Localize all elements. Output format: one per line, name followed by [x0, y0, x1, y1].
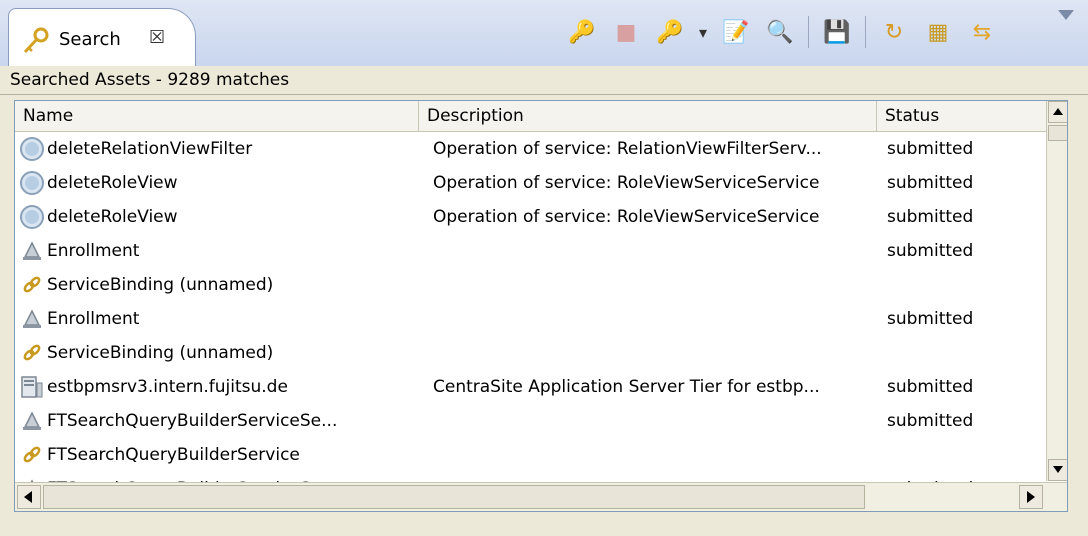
cell-description: Operation of service: RoleViewServiceSer… [433, 173, 820, 193]
cell-name: deleteRoleView [15, 166, 419, 200]
results-table: Name Description Status deleteRelationVi… [14, 100, 1068, 512]
tab-title: Search [59, 29, 121, 50]
table-row[interactable]: Enrollment submitted [15, 234, 1055, 268]
binding-icon [19, 340, 45, 366]
cell-description [419, 302, 877, 336]
refresh-icon[interactable]: ↻ [876, 14, 912, 50]
export-icon[interactable]: 📝 [718, 14, 754, 50]
stop-icon[interactable]: ■ [608, 14, 644, 50]
cell-status: submitted [887, 139, 974, 159]
operation-icon [19, 204, 45, 230]
table-row[interactable]: FTSearchQueryBuilderServiceSe... submitte… [15, 404, 1055, 438]
scroll-left-button[interactable] [17, 485, 41, 509]
cell-status [877, 268, 1047, 302]
layout-icon[interactable]: ▦ [920, 14, 956, 50]
scroll-right-button[interactable] [1019, 485, 1043, 509]
cell-name: FTSearchQueryBuilderService [15, 438, 419, 472]
asset-name: deleteRelationViewFilter [47, 139, 253, 159]
cell-description: Operation of service: RoleViewServiceSer… [433, 207, 820, 227]
asset-name: ServiceBinding (unnamed) [47, 343, 274, 363]
results-count-text: Searched Assets - 9289 matches [10, 70, 290, 90]
binding-icon [19, 442, 45, 468]
asset-name: FTSearchQueryBuilderServiceSe... [47, 411, 338, 431]
cell-name: deleteRelationViewFilter [15, 132, 419, 166]
bell-icon [19, 238, 45, 264]
asset-name: Enrollment [47, 309, 140, 329]
table-row[interactable]: ServiceBinding (unnamed) [15, 336, 1055, 370]
vertical-scrollbar[interactable] [1046, 101, 1067, 481]
search-view: Search ☒ 🔑 ■ 🔑 ▾ 📝 🔍 💾 ↻ ▦ ⇆ Searched Assets - 92… [0, 0, 1088, 536]
cell-name: Enrollment [15, 302, 419, 336]
cell-description [419, 404, 877, 438]
operation-icon [19, 136, 45, 162]
search-key-icon [23, 27, 49, 54]
table-row[interactable]: FTSearchQueryBuilderService [15, 438, 1055, 472]
cell-name: ServiceBinding (unnamed) [15, 336, 419, 370]
results-status-bar: Searched Assets - 9289 matches [0, 66, 1088, 95]
search-again-icon[interactable]: 🔑 [564, 14, 600, 50]
toolbar: 🔑 ■ 🔑 ▾ 📝 🔍 💾 ↻ ▦ ⇆ [560, 12, 1004, 52]
search-settings-icon[interactable]: 🔍 [762, 14, 798, 50]
cell-name: ServiceBinding (unnamed) [15, 268, 419, 302]
binding-icon [19, 272, 45, 298]
tab-search[interactable]: Search ☒ [8, 8, 196, 67]
cell-status: submitted [887, 411, 974, 431]
cell-name: deleteRoleView [15, 200, 419, 234]
cell-status: submitted [887, 309, 974, 329]
toolbar-separator [865, 16, 866, 48]
cell-description [419, 336, 877, 370]
cell-description: CentraSite Application Server Tier for e… [433, 377, 820, 397]
asset-name: estbpmsrv3.intern.fujitsu.de [47, 377, 288, 397]
server-icon [19, 374, 45, 400]
history-icon[interactable]: 🔑 [652, 14, 688, 50]
table-row[interactable]: estbpmsrv3.intern.fujitsu.de CentraSite A… [15, 370, 1055, 404]
bell-icon [19, 408, 45, 434]
cell-name: estbpmsrv3.intern.fujitsu.de [15, 370, 419, 404]
dropdown-icon[interactable]: ▾ [696, 14, 710, 50]
asset-name: deleteRoleView [47, 173, 178, 193]
scroll-down-button[interactable] [1048, 459, 1067, 481]
cell-status [877, 336, 1047, 370]
cell-description [419, 234, 877, 268]
view-menu-chevron-down-icon[interactable] [1058, 10, 1074, 20]
save-icon[interactable]: 💾 [819, 14, 855, 50]
column-header-name[interactable]: Name [15, 101, 419, 131]
view-tab-bar: Search ☒ 🔑 ■ 🔑 ▾ 📝 🔍 💾 ↻ ▦ ⇆ [0, 0, 1088, 67]
cell-name: FTSearchQueryBuilderServiceSe... [15, 404, 419, 438]
cell-status: submitted [887, 241, 974, 261]
cell-status: submitted [887, 377, 974, 397]
table-row[interactable]: ServiceBinding (unnamed) [15, 268, 1055, 302]
link-icon[interactable]: ⇆ [964, 14, 1000, 50]
column-header-status[interactable]: Status [877, 101, 1047, 131]
vertical-scroll-thumb[interactable] [1048, 125, 1067, 141]
table-row[interactable]: deleteRelationViewFilter Operation of ser… [15, 132, 1055, 166]
cell-status: submitted [887, 173, 974, 193]
asset-name: ServiceBinding (unnamed) [47, 275, 274, 295]
table-header: Name Description Status [15, 101, 1067, 132]
toolbar-separator [808, 16, 809, 48]
horizontal-scroll-thumb[interactable] [43, 485, 865, 509]
cell-name: Enrollment [15, 234, 419, 268]
asset-name: deleteRoleView [47, 207, 178, 227]
table-row[interactable]: Enrollment submitted [15, 302, 1055, 336]
column-header-description[interactable]: Description [419, 101, 877, 131]
cell-status: submitted [887, 207, 974, 227]
cell-status [877, 438, 1047, 472]
horizontal-scrollbar[interactable] [15, 482, 1067, 511]
cell-description [419, 268, 877, 302]
cell-description: Operation of service: RelationViewFilter… [433, 139, 822, 159]
close-icon[interactable]: ☒ [149, 27, 165, 48]
operation-icon [19, 170, 45, 196]
table-row[interactable]: deleteRoleView Operation of service: Role… [15, 200, 1055, 234]
bell-icon [19, 306, 45, 332]
asset-name: Enrollment [47, 241, 140, 261]
cell-description [419, 438, 877, 472]
table-row[interactable]: deleteRoleView Operation of service: Role… [15, 166, 1055, 200]
scroll-up-button[interactable] [1048, 101, 1067, 123]
asset-name: FTSearchQueryBuilderService [47, 445, 300, 465]
